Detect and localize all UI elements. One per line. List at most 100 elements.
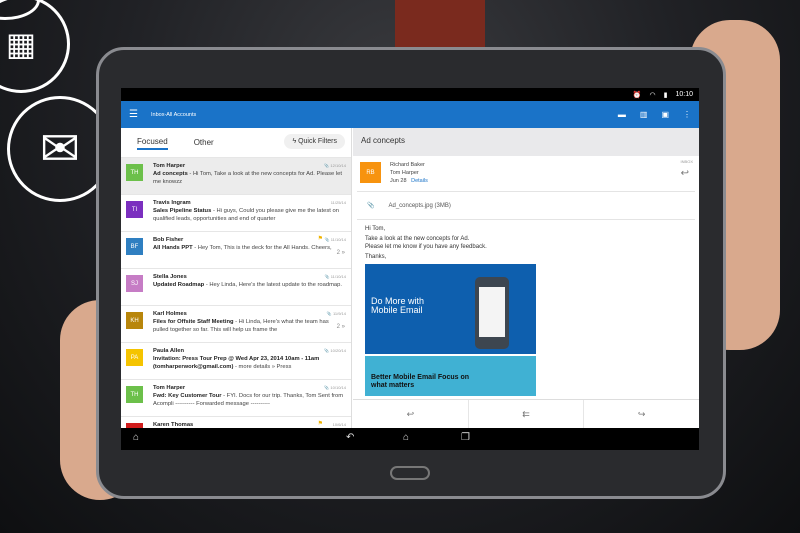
date-wrap: 📎 12/10/14 (324, 162, 346, 170)
schedule-icon[interactable]: ▣ (661, 110, 669, 119)
details-link[interactable]: Details (411, 178, 428, 184)
preview: - more details » Press (233, 364, 292, 370)
delete-icon[interactable]: ▥ (640, 110, 648, 119)
subject: Ad concepts (153, 171, 188, 177)
date: 10/10/14 (330, 385, 346, 390)
message-row[interactable]: TH Tom Harper Ad concepts - Hi Tom, Take… (121, 157, 351, 194)
sender: Karl Holmes (153, 311, 187, 317)
message-row[interactable]: PA Paula Allen Invitation: Press Tour Pr… (121, 342, 351, 379)
reply-all-button[interactable]: ⇇ (469, 400, 585, 428)
closing: Thanks, (365, 254, 387, 260)
date-wrap: 📎 11/10/14 (325, 236, 346, 244)
date: 11/9/14 (332, 311, 346, 316)
avatar: SJ (126, 275, 143, 292)
forward-icon: ↪ (637, 408, 646, 419)
sender-avatar: RB (360, 162, 381, 183)
thread-count: 2 » (336, 250, 345, 256)
sender: Bob Fisher (153, 237, 184, 243)
ad-image-1: Do More with Mobile Email (365, 264, 536, 354)
attachment-name: Ad_concepts.jpg (3MB) (388, 202, 451, 209)
date: 10/20/14 (330, 348, 346, 353)
battery-icon: ▮ (663, 91, 668, 99)
avatar: PA (126, 349, 143, 366)
wifi-icon: ◠ (649, 91, 656, 99)
avatar: BF (126, 238, 143, 255)
folder-icon[interactable]: ▬ (618, 110, 626, 119)
subject: Sales Pipeline Status (153, 208, 212, 214)
preview: - Hey Linda, Here's the latest update to… (204, 282, 342, 288)
nav-up-icon[interactable]: ⌂ (133, 432, 139, 443)
message-date: Jun 28 (390, 178, 407, 184)
date: 10/6/14 (332, 422, 346, 427)
date: 11/25/14 (330, 200, 346, 205)
date-wrap: 11/25/14 (331, 199, 346, 207)
message-row[interactable]: TH Tom Harper Fwd: Key Customer Tour - F… (121, 379, 351, 416)
message-row[interactable]: BF Bob Fisher All Hands PPT - Hey Tom, T… (121, 231, 351, 268)
date: 12/10/14 (330, 163, 346, 168)
greeting: Hi Tom, (365, 226, 386, 232)
date-wrap: 📎 11/10/14 (325, 273, 346, 281)
android-nav-bar: ⌂ ↶ ⌂ ❐ (121, 428, 699, 450)
forward-button[interactable]: ↪ (584, 400, 699, 428)
alarm-icon: ⏰ (632, 91, 642, 99)
back-icon[interactable]: ↶ (346, 432, 354, 443)
recipient-name: Tom Harper (390, 170, 419, 176)
sender: Tom Harper (153, 163, 186, 169)
subject: Updated Roadmap (153, 282, 205, 288)
message-row[interactable]: KH Karl Holmes Files for Offsite Staff M… (121, 305, 351, 342)
message-row[interactable]: TI Travis Ingram Sales Pipeline Status -… (121, 194, 351, 231)
reply-button[interactable]: ↩ (353, 400, 469, 428)
reply-icon[interactable]: ↩ (681, 169, 689, 179)
folder-label: INBOX (680, 159, 693, 164)
message-row[interactable]: KT Karen Thomas 10/6/14 ⚑ (121, 416, 351, 428)
reading-pane: Ad concepts RB Richard Baker Tom Harper … (353, 128, 699, 428)
paperclip-icon: 📎 (367, 203, 375, 209)
quick-filters-button[interactable]: ϟ Quick Filters (284, 134, 345, 149)
status-bar: ⏰ ◠ ▮ 10:10 (121, 88, 699, 101)
recent-apps-icon[interactable]: ❐ (461, 432, 470, 443)
date-wrap: 10/6/14 (333, 421, 346, 428)
avatar: TI (126, 201, 143, 218)
avatar: TH (126, 386, 143, 403)
thread-count-value: 2 (336, 324, 340, 330)
message-subject: Ad concepts (353, 128, 699, 156)
subject: Files for Offsite Staff Meeting (153, 319, 234, 325)
date-wrap: 📎 11/9/14 (327, 310, 346, 318)
preview: - Hey Tom, This is the deck for the All … (192, 245, 332, 251)
message-row[interactable]: SJ Stella Jones Updated Roadmap - Hey Li… (121, 268, 351, 305)
app-title: Inbox-All Accounts (151, 111, 197, 118)
avatar: KH (126, 312, 143, 329)
sender: Karen Thomas (153, 422, 194, 428)
sender: Paula Allen (153, 348, 185, 354)
message-body: Hi Tom, Take a look at the new concepts … (353, 220, 699, 401)
subject: Fwd: Key Customer Tour (153, 393, 222, 399)
subject: All Hands PPT (153, 245, 193, 251)
sender-name: Richard Baker (390, 162, 425, 168)
date-wrap: 📎 10/20/14 (324, 347, 346, 355)
sender: Stella Jones (153, 274, 187, 280)
home-icon[interactable]: ⌂ (403, 432, 409, 443)
hardware-home-button[interactable] (390, 466, 430, 480)
more-options-icon[interactable]: ⋮ (683, 110, 691, 119)
flag-icon[interactable]: ⚑ (318, 420, 323, 428)
ad-image-2: Better Mobile Email Focus on what matter… (365, 356, 536, 396)
sender-block: RB Richard Baker Tom Harper Jun 28 Detai… (357, 156, 695, 192)
date-wrap: 📎 10/10/14 (324, 384, 346, 392)
flag-icon[interactable]: ⚑ (318, 235, 323, 243)
thread-count: 2 » (336, 324, 345, 330)
avatar: TH (126, 164, 143, 181)
thread-count-value: 2 (336, 250, 340, 256)
body-line: Please let me know if you have any feedb… (365, 244, 487, 250)
tab-focused[interactable]: Focused (137, 135, 168, 150)
body-line: Take a look at the new concepts for Ad. (365, 236, 470, 242)
reply-icon: ↩ (406, 408, 415, 419)
clock: 10:10 (675, 91, 693, 98)
tab-other[interactable]: Other (194, 136, 214, 149)
message-actions: ↩ ⇇ ↪ (353, 399, 699, 428)
app-bar: ☰ Inbox-All Accounts ▬ ▥ ▣ ⋮ (121, 101, 699, 128)
ad-image-1-text: Do More with Mobile Email (371, 296, 425, 315)
attachment[interactable]: 📎 Ad_concepts.jpg (3MB) (357, 192, 695, 220)
date: 11/10/14 (330, 237, 346, 242)
message-list: Focused Other ϟ Quick Filters TH Tom Har… (121, 128, 352, 428)
hamburger-menu-icon[interactable]: ☰ (129, 109, 141, 120)
